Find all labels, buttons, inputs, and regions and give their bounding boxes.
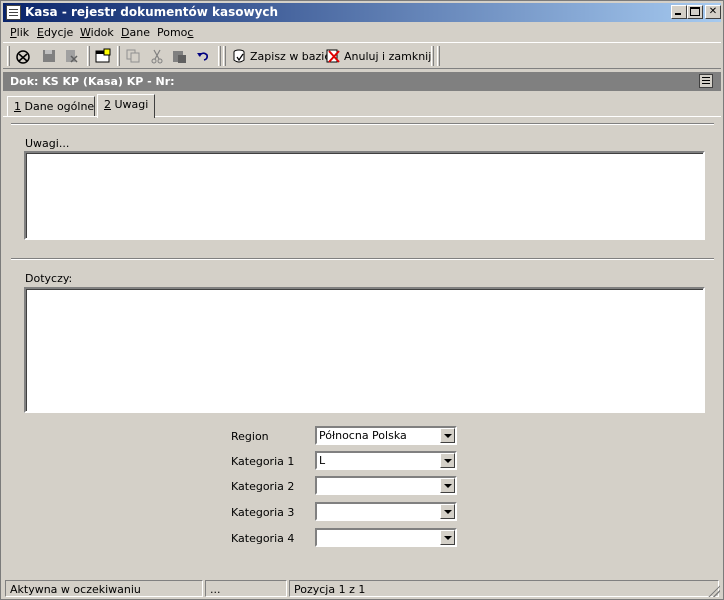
paste-tool-button[interactable] xyxy=(171,46,187,66)
uwagi-textarea[interactable] xyxy=(24,151,705,240)
scissors-icon xyxy=(149,48,165,64)
menu-widok[interactable]: Widok xyxy=(80,26,114,39)
uwagi-label: Uwagi... xyxy=(25,137,70,150)
document-list-icon[interactable] xyxy=(6,5,21,20)
save-to-database-button[interactable]: Zapisz w bazie xyxy=(231,46,331,66)
close-button[interactable]: ✕ xyxy=(705,5,721,19)
exit-icon xyxy=(15,48,31,64)
copy-tool-button[interactable] xyxy=(125,46,141,66)
paste-icon xyxy=(171,48,187,64)
dotyczy-label: Dotyczy: xyxy=(25,272,73,285)
cancel-and-close-button[interactable]: Anuluj i zamknij xyxy=(325,46,431,66)
dotyczy-textarea[interactable] xyxy=(24,287,705,413)
kategoria-3-select[interactable] xyxy=(315,502,457,521)
kategoria-4-label: Kategoria 4 xyxy=(231,532,295,545)
kategoria-1-select[interactable]: L xyxy=(315,451,457,470)
toolbar-separator xyxy=(431,46,434,66)
save-to-database-label: Zapisz w bazie xyxy=(250,49,332,63)
main-window: Kasa - rejestr dokumentów kasowych ✕ Pli… xyxy=(0,0,724,600)
undo-tool-button[interactable] xyxy=(195,46,211,66)
menu-plik[interactable]: Plik xyxy=(10,26,29,39)
close-icon: ✕ xyxy=(708,6,718,17)
chevron-down-icon[interactable] xyxy=(440,478,455,493)
section-divider xyxy=(11,123,714,125)
toolbar: Zapisz w bazie Anuluj i zamknij xyxy=(3,42,721,69)
status-position: Pozycja 1 z 1 xyxy=(289,580,719,597)
section-divider xyxy=(11,258,714,260)
maximize-icon xyxy=(690,7,700,16)
properties-icon xyxy=(95,48,111,64)
toolbar-separator xyxy=(437,46,440,66)
maximize-button[interactable] xyxy=(687,5,703,19)
delete-tool-button[interactable] xyxy=(63,46,79,66)
chevron-down-icon[interactable] xyxy=(440,453,455,468)
title-bar[interactable]: Kasa - rejestr dokumentów kasowych ✕ xyxy=(3,3,721,22)
kategoria-2-label: Kategoria 2 xyxy=(231,480,295,493)
copy-icon xyxy=(125,48,141,64)
document-header-bar: Dok: KS KP (Kasa) KP - Nr: xyxy=(3,72,721,91)
region-label: Region xyxy=(231,430,269,443)
document-menu-icon[interactable] xyxy=(699,74,713,88)
toolbar-separator xyxy=(87,46,90,66)
toolbar-separator xyxy=(218,46,221,66)
kategoria-3-label: Kategoria 3 xyxy=(231,506,295,519)
menu-dane[interactable]: Dane xyxy=(121,26,150,39)
kategoria-1-value: L xyxy=(319,454,326,467)
cancel-and-close-label: Anuluj i zamknij xyxy=(344,49,432,63)
delete-document-icon xyxy=(63,48,79,64)
kategoria-2-select[interactable] xyxy=(315,476,457,495)
resize-grip-icon[interactable] xyxy=(708,585,720,597)
chevron-down-icon[interactable] xyxy=(440,428,455,443)
database-save-icon xyxy=(231,48,247,64)
cancel-red-x-icon xyxy=(325,48,341,64)
menu-edycje[interactable]: Edycje xyxy=(37,26,73,39)
save-disk-icon xyxy=(41,48,57,64)
minimize-icon xyxy=(675,13,681,15)
region-value: Północna Polska xyxy=(319,429,407,442)
chevron-down-icon[interactable] xyxy=(440,530,455,545)
region-select[interactable]: Północna Polska xyxy=(315,426,457,445)
tab-uwagi[interactable]: 2 Uwagi xyxy=(97,94,155,118)
chevron-down-icon[interactable] xyxy=(440,504,455,519)
status-state: Aktywna w oczekiwaniu xyxy=(5,580,203,597)
kategoria-1-label: Kategoria 1 xyxy=(231,455,295,468)
undo-icon xyxy=(195,48,211,64)
cut-tool-button[interactable] xyxy=(149,46,165,66)
status-middle: ... xyxy=(205,580,287,597)
menu-bar: Plik Edycje Widok Dane Pomoc xyxy=(3,23,721,41)
document-header-text: Dok: KS KP (Kasa) KP - Nr: xyxy=(10,75,175,88)
status-bar: Aktywna w oczekiwaniu ... Pozycja 1 z 1 xyxy=(3,579,721,598)
window-title: Kasa - rejestr dokumentów kasowych xyxy=(25,5,279,19)
toolbar-separator xyxy=(117,46,120,66)
kategoria-4-select[interactable] xyxy=(315,528,457,547)
minimize-button[interactable] xyxy=(671,5,687,19)
properties-tool-button[interactable] xyxy=(95,46,111,66)
toolbar-grip[interactable] xyxy=(7,46,10,66)
menu-pomoc[interactable]: Pomoc xyxy=(157,26,193,39)
save-disk-tool-button[interactable] xyxy=(41,46,57,66)
tab-dane-ogolne[interactable]: 1 Dane ogólne xyxy=(7,96,95,116)
exit-tool-button[interactable] xyxy=(15,46,31,66)
toolbar-grip[interactable] xyxy=(223,46,226,66)
